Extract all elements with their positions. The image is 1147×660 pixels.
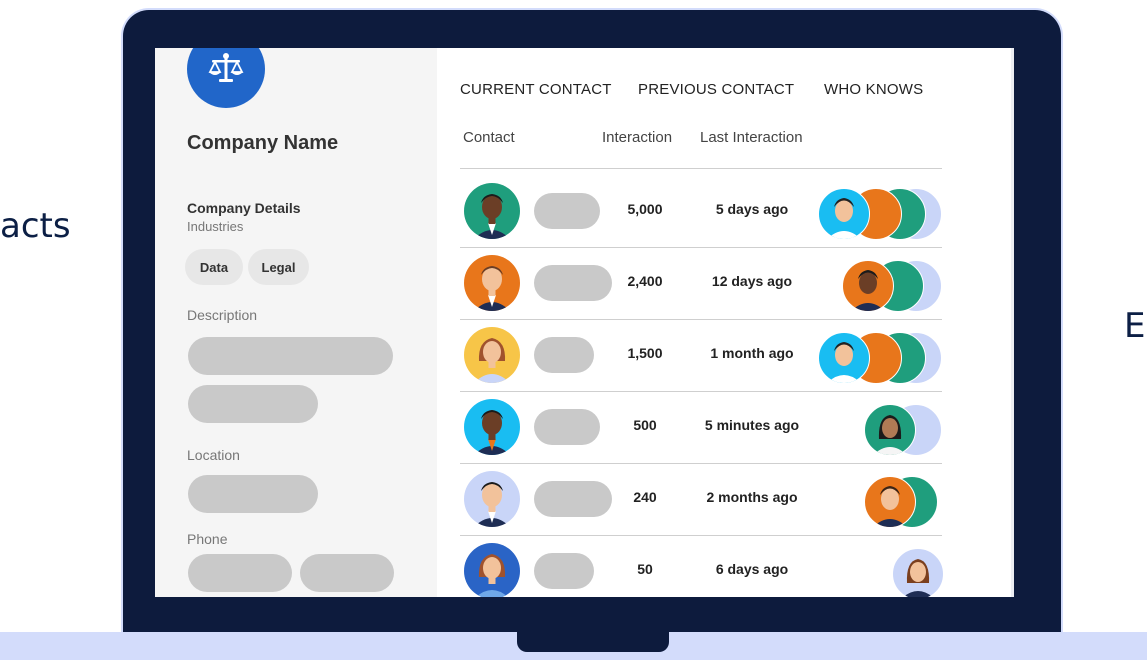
description-label: Description <box>187 307 258 323</box>
company-details-heading: Company Details <box>187 200 301 216</box>
interaction-count: 500 <box>633 417 657 433</box>
person-icon <box>474 194 510 239</box>
who-knows-avatars[interactable] <box>864 476 942 528</box>
who-knows-avatars[interactable] <box>818 332 942 384</box>
location-placeholder <box>188 475 318 513</box>
person-icon <box>827 198 861 239</box>
table-row[interactable]: 240 2 months ago <box>460 464 942 536</box>
who-knows-avatars[interactable] <box>864 404 942 456</box>
contact-name-placeholder <box>534 193 600 229</box>
industry-tag-data[interactable]: Data <box>185 249 243 285</box>
last-interaction: 5 days ago <box>715 201 789 217</box>
last-interaction: 6 days ago <box>715 561 789 577</box>
avatar <box>864 476 916 528</box>
who-knows-avatars[interactable] <box>842 260 942 312</box>
interaction-count: 2,400 <box>627 273 663 289</box>
person-icon <box>873 415 907 455</box>
screen-edge <box>1011 48 1014 597</box>
industry-tag-legal[interactable]: Legal <box>248 249 309 285</box>
contact-name-placeholder <box>534 265 612 301</box>
column-header-interaction[interactable]: Interaction <box>602 129 672 146</box>
last-interaction: 5 minutes ago <box>704 417 800 433</box>
phone-placeholder <box>300 554 394 592</box>
laptop-notch <box>517 632 669 652</box>
table-row[interactable]: 50 6 days ago <box>460 536 944 597</box>
contact-avatar <box>464 543 520 597</box>
company-logo <box>187 48 265 108</box>
who-knows-avatars[interactable] <box>892 548 944 597</box>
table-row[interactable]: 500 5 minutes ago <box>460 392 942 464</box>
app-screen: Company Name Company Details Industries … <box>155 48 1014 597</box>
person-icon <box>903 559 933 597</box>
last-interaction: 2 months ago <box>706 489 798 505</box>
contact-avatar <box>464 471 520 527</box>
interaction-count: 50 <box>637 561 653 577</box>
interaction-count: 240 <box>633 489 657 505</box>
company-sidebar: Company Name Company Details Industries … <box>155 48 437 597</box>
background-text-right: E <box>1124 306 1146 346</box>
phone-label: Phone <box>187 531 228 547</box>
contact-avatar <box>464 183 520 239</box>
tab-who-knows[interactable]: WHO KNOWS <box>824 81 923 98</box>
contact-avatar <box>464 399 520 455</box>
avatar <box>892 548 944 597</box>
column-header-contact[interactable]: Contact <box>463 129 515 146</box>
location-label: Location <box>187 447 240 463</box>
column-header-last-interaction[interactable]: Last Interaction <box>700 129 803 146</box>
person-icon <box>873 486 907 527</box>
table-header-divider <box>460 168 942 169</box>
person-icon <box>476 554 508 597</box>
description-placeholder-line <box>188 385 318 423</box>
scales-icon <box>208 53 244 82</box>
contact-name-placeholder <box>534 553 594 589</box>
who-knows-avatars[interactable] <box>818 188 942 240</box>
last-interaction: 1 month ago <box>710 345 794 361</box>
description-placeholder-line <box>188 337 393 375</box>
interaction-count: 5,000 <box>627 201 663 217</box>
last-interaction: 12 days ago <box>711 273 793 289</box>
avatar <box>818 188 870 240</box>
person-icon <box>474 410 510 455</box>
person-icon <box>851 270 885 311</box>
company-name: Company Name <box>187 132 339 154</box>
table-row[interactable]: 1,500 1 month ago <box>460 320 942 392</box>
table-row[interactable]: 5,000 5 days ago <box>460 176 942 248</box>
interaction-count: 1,500 <box>627 345 663 361</box>
person-icon <box>827 342 861 383</box>
contact-name-placeholder <box>534 409 600 445</box>
avatar <box>818 332 870 384</box>
tab-previous-contact[interactable]: PREVIOUS CONTACT <box>638 81 794 98</box>
contact-name-placeholder <box>534 337 594 373</box>
person-icon <box>474 266 510 311</box>
contact-avatar <box>464 327 520 383</box>
tab-current-contact[interactable]: CURRENT CONTACT <box>460 81 612 98</box>
avatar <box>864 404 916 456</box>
contact-name-placeholder <box>534 481 612 517</box>
background-text-left: acts <box>0 206 71 246</box>
phone-placeholder <box>188 554 292 592</box>
person-icon <box>474 482 510 527</box>
contact-avatar <box>464 255 520 311</box>
person-icon <box>474 338 510 383</box>
table-row[interactable]: 2,400 12 days ago <box>460 248 942 320</box>
industries-label: Industries <box>187 219 244 234</box>
avatar <box>842 260 894 312</box>
